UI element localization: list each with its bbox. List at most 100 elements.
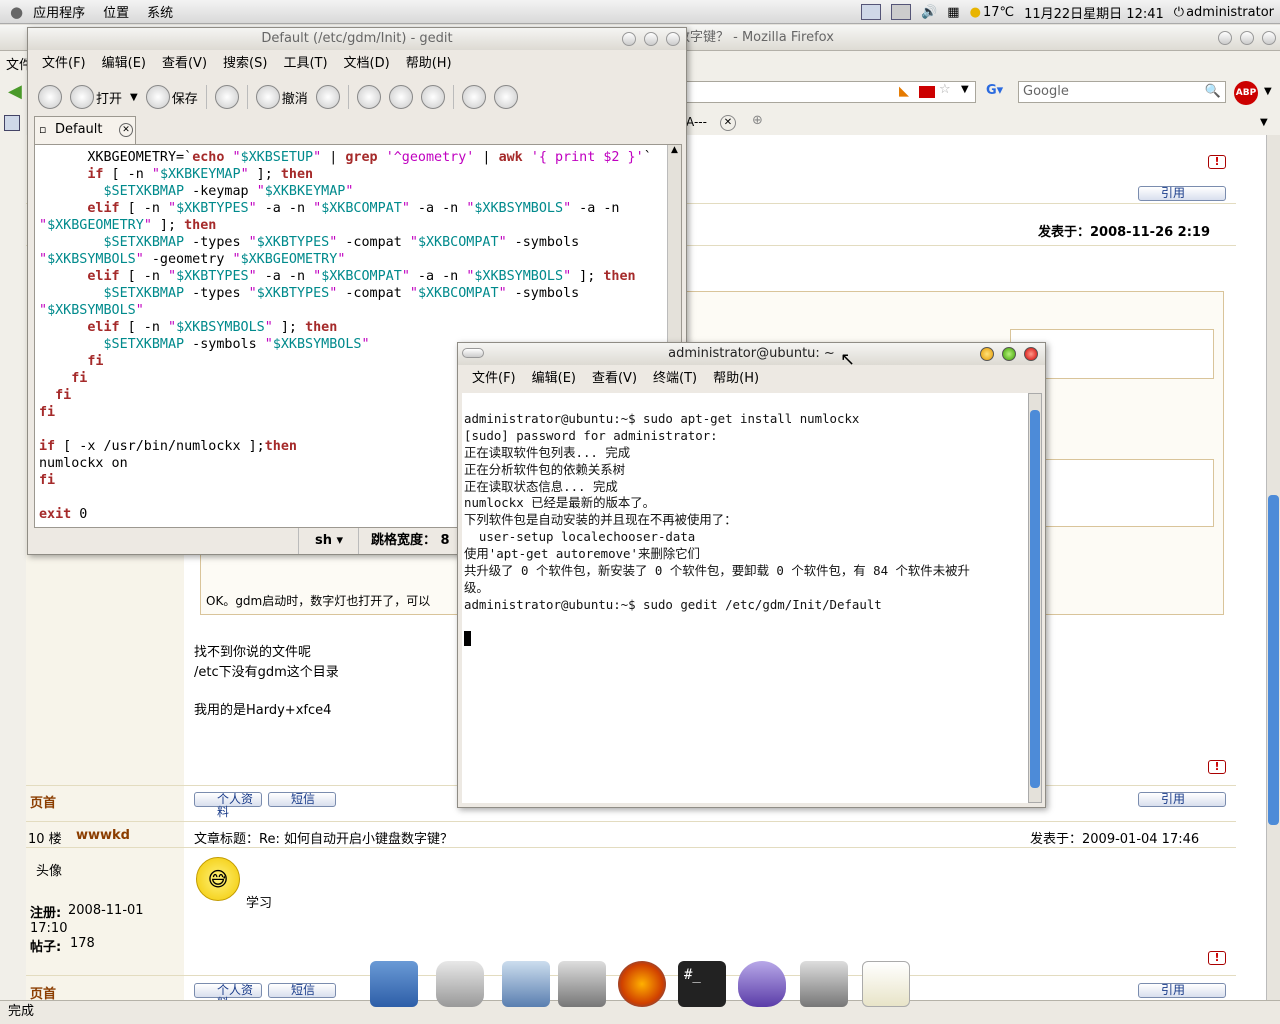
report-icon-3[interactable]: ! [1208, 951, 1226, 965]
paste-icon[interactable] [420, 85, 445, 109]
user-name[interactable]: administrator [1186, 5, 1274, 20]
firefox-minimize-button[interactable] [1218, 31, 1232, 45]
volume-icon[interactable]: 🔊 [921, 5, 937, 20]
post-date-2: 发表于：2009-01-04 17:46 [1030, 832, 1200, 847]
search-icon[interactable]: 🔍 [1205, 82, 1221, 102]
gedit-menu-file[interactable]: 文件(F) [42, 52, 86, 76]
gedit-menu-documents[interactable]: 文档(D) [344, 52, 390, 76]
terminal-menu-help[interactable]: 帮助(H) [713, 367, 759, 391]
copy-icon[interactable] [388, 85, 413, 109]
firefox-tab[interactable]: A--- [686, 115, 707, 129]
tab-width-selector[interactable]: 跳格宽度： 8 [358, 528, 450, 554]
terminal-menu-button[interactable] [462, 348, 484, 358]
tab-list-icon[interactable]: ▼ [1260, 117, 1268, 128]
gedit-close-button[interactable] [666, 32, 680, 46]
firefox-close-button[interactable] [1262, 31, 1276, 45]
weather-temp[interactable]: 17℃ [983, 5, 1014, 20]
firefox-icon[interactable] [618, 961, 666, 1007]
rss-icon[interactable]: ◣ [899, 84, 909, 99]
url-bar[interactable]: ◣ ☆ ▼ [686, 81, 976, 103]
gedit-menu-help[interactable]: 帮助(H) [406, 52, 452, 76]
report-icon[interactable]: ! [1208, 155, 1226, 169]
undo-icon[interactable] [255, 85, 280, 109]
terminal-menu-edit[interactable]: 编辑(E) [532, 367, 576, 391]
cut-icon[interactable] [356, 85, 381, 109]
profile-button-2[interactable]: 个人资料 [194, 983, 262, 1010]
terminal-screen[interactable]: administrator@ubuntu:~$ sudo apt-get ins… [462, 393, 1028, 803]
new-document-icon[interactable] [38, 85, 62, 109]
language-label: sh [315, 533, 332, 548]
gedit-menu-tools[interactable]: 工具(T) [283, 52, 327, 76]
gedit-menu-search[interactable]: 搜索(S) [223, 52, 267, 76]
post-author[interactable]: wwwkd [76, 828, 130, 843]
avatar-label: 头像 [36, 864, 63, 879]
adblock-icon[interactable]: ABP [1234, 81, 1258, 105]
scrollbar-thumb[interactable] [1268, 495, 1279, 825]
terminal-scroll-thumb[interactable] [1030, 410, 1040, 788]
terminal-menu-file[interactable]: 文件(F) [472, 367, 516, 391]
menu-applications[interactable]: 应用程序 [33, 2, 85, 21]
google-engine-icon[interactable]: G▾ [986, 83, 1003, 98]
find-icon[interactable] [461, 85, 486, 109]
page-scrollbar[interactable] [1266, 135, 1280, 1005]
top-link[interactable]: 页首 [30, 792, 56, 811]
save-label[interactable]: 保存 [172, 88, 198, 107]
bookmark-star-icon[interactable]: ☆ [939, 82, 951, 97]
url-dropdown-icon[interactable]: ▼ [961, 84, 969, 95]
quote-button[interactable]: 引用 [1138, 186, 1226, 201]
report-icon-2[interactable]: ! [1208, 760, 1226, 774]
pm-button-2[interactable]: 短信 [268, 983, 336, 998]
back-arrow-icon[interactable]: ◀ [8, 81, 22, 102]
redo-icon[interactable] [315, 85, 340, 109]
profile-button[interactable]: 个人资料 [194, 792, 262, 819]
gedit-menu-view[interactable]: 查看(V) [162, 52, 207, 76]
gedit-menu-edit[interactable]: 编辑(E) [102, 52, 146, 76]
language-selector[interactable]: sh ▾ [298, 528, 354, 554]
tab-close-icon[interactable]: ✕ [720, 115, 736, 131]
gedit-tab[interactable]: ▫ Default ✕ [34, 116, 136, 144]
pidgin-icon[interactable] [738, 961, 786, 1007]
terminal-close-button[interactable] [1024, 347, 1038, 361]
gedit-minimize-button[interactable] [622, 32, 636, 46]
workspace-2-icon[interactable] [891, 4, 912, 20]
home-icon[interactable] [502, 961, 550, 1007]
menu-system[interactable]: 系统 [147, 2, 173, 21]
clock[interactable]: 11月22日星期日 12:41 [1024, 3, 1164, 22]
desktop-icon[interactable] [370, 961, 418, 1007]
open-label[interactable]: 打开 [96, 88, 122, 107]
sidebar-toggle-icon[interactable] [4, 115, 20, 131]
quote-button-3[interactable]: 引用 [1138, 983, 1226, 998]
search-input[interactable]: Google 🔍 [1018, 81, 1226, 103]
trash-icon[interactable] [436, 961, 484, 1007]
top-panel: ● 应用程序 位置 系统 🔊 ▦ ● 17℃ 11月22日星期日 12:41 ⏻… [0, 0, 1280, 24]
gedit-toolbar: 打开 ▼ 保存 撤消 [28, 78, 686, 116]
quote-button-2[interactable]: 引用 [1138, 792, 1226, 807]
file-cabinet-icon[interactable] [800, 961, 848, 1007]
print-icon[interactable] [214, 85, 239, 109]
open-icon[interactable] [70, 85, 94, 109]
replace-icon[interactable] [493, 85, 518, 109]
terminal-scrollbar[interactable] [1028, 393, 1042, 803]
adblock-dropdown-icon[interactable]: ▼ [1264, 86, 1272, 97]
network-icon[interactable]: ▦ [947, 5, 959, 20]
firefox-maximize-button[interactable] [1240, 31, 1254, 45]
terminal-maximize-button[interactable] [1002, 347, 1016, 361]
gedit-maximize-button[interactable] [644, 32, 658, 46]
open-dropdown-icon[interactable]: ▼ [130, 92, 138, 103]
menu-places[interactable]: 位置 [103, 2, 129, 21]
terminal-menu-view[interactable]: 查看(V) [592, 367, 637, 391]
power-icon[interactable]: ⏻ [1174, 5, 1184, 20]
gedit-scroll-up-icon[interactable]: ▲ [668, 145, 681, 155]
undo-label[interactable]: 撤消 [282, 88, 308, 107]
gedit-tab-close-icon[interactable]: ✕ [119, 123, 133, 137]
terminal-menu-terminal[interactable]: 终端(T) [653, 367, 697, 391]
new-tab-icon[interactable]: ⊕ [752, 113, 763, 128]
file-manager-icon[interactable] [558, 961, 606, 1007]
text-editor-icon[interactable] [862, 961, 910, 1007]
pm-button[interactable]: 短信 [268, 792, 336, 807]
terminal-icon[interactable]: #_ [678, 961, 726, 1007]
ubuntu-foot-icon[interactable]: ● [10, 3, 23, 21]
terminal-minimize-button[interactable] [980, 347, 994, 361]
workspace-switcher-icon[interactable] [861, 4, 882, 20]
save-icon[interactable] [145, 85, 170, 109]
